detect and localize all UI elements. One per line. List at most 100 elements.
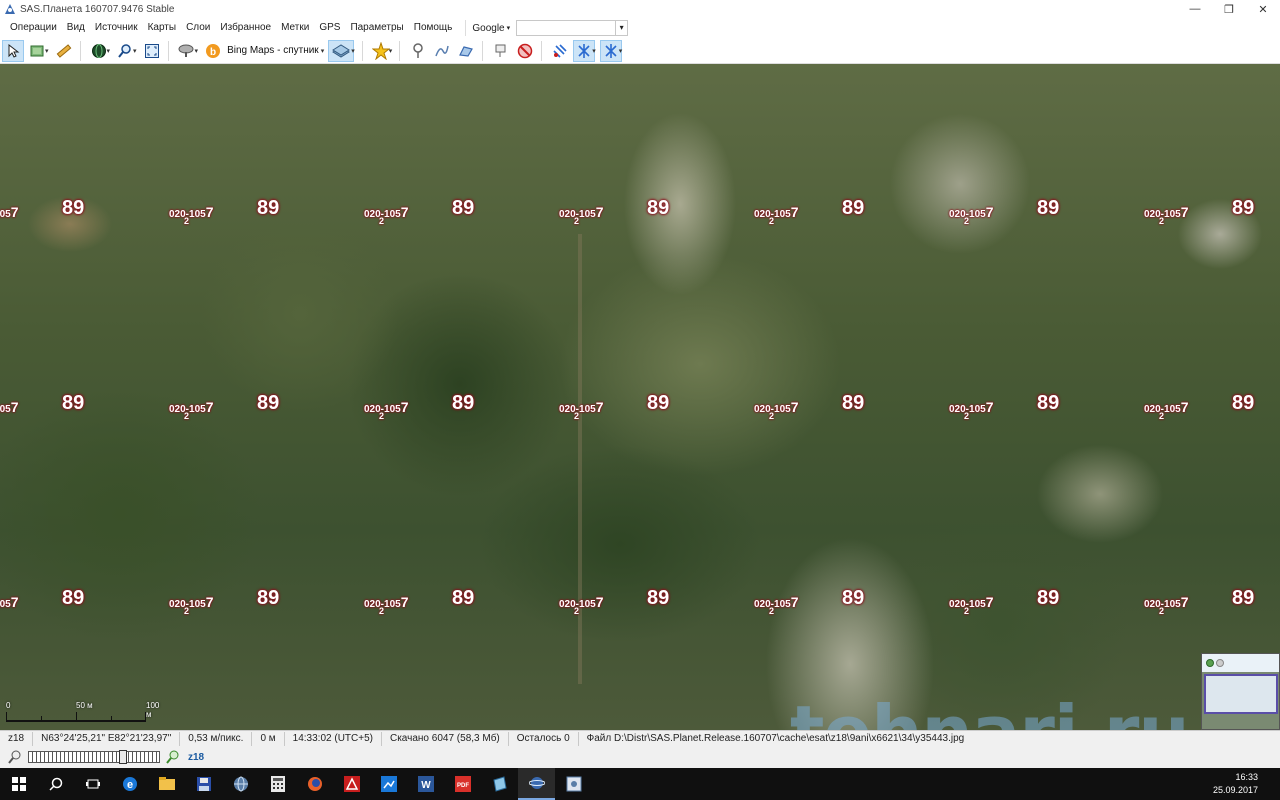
taskbar-clock[interactable]: 16:33 25.09.2017 [1213,771,1258,797]
main-toolbar: ▾ ▾ ▾ ▾ b Bing Maps - спутник ▾ ▾ ▾ ▾ ▾ [0,38,1280,64]
mini-map-viewport[interactable] [1204,674,1278,714]
taskbar-save-app[interactable] [185,768,222,800]
map-type-icon [332,43,351,58]
gps-track-icon [578,43,590,58]
map-source-label[interactable]: Bing Maps - спутник [227,45,319,56]
gps-center-dropdown-icon[interactable]: ▾ [619,47,623,55]
search-input[interactable]: ▾ [516,20,629,36]
tile-code-label: 020-1057 [949,594,994,610]
taskbar-app-last[interactable] [555,768,592,800]
taskbar-notes[interactable] [481,768,518,800]
map-view[interactable]: 020-1057289020-1057289020-1057289020-105… [0,64,1280,730]
pdf-icon: PDF [454,776,471,792]
zoom-in-icon[interactable] [166,750,180,764]
menu-maps[interactable]: Карты [143,18,182,38]
map-type-dropdown-icon[interactable]: ▾ [351,47,355,55]
menu-marks[interactable]: Метки [276,18,314,38]
menu-help[interactable]: Помощь [409,18,458,38]
tile-code-label: 020-1057 [754,204,799,220]
ruler-icon [56,43,71,58]
satellite-dish-icon [178,44,194,57]
mini-map-zoom-out-icon[interactable] [1216,659,1224,667]
sas-planet-icon [528,777,545,789]
taskbar-word[interactable]: W [407,768,444,800]
edge-icon: e [122,777,137,791]
taskbar-sas-planet[interactable] [518,768,555,800]
favorites-dropdown-icon[interactable]: ▾ [389,47,393,55]
status-downloaded: Скачано 6047 (58,3 Мб) [382,731,509,746]
maximize-button[interactable]: ❐ [1212,0,1246,18]
tile-sub-label: 2 [964,216,970,226]
close-button[interactable]: ✕ [1246,0,1280,18]
search-source-select[interactable]: Google ▾ [465,20,510,36]
menu-layers[interactable]: Слои [181,18,215,38]
taskbar-edge[interactable]: e [111,768,148,800]
zoom-slider[interactable] [28,750,160,764]
menu-gps[interactable]: GPS [314,18,345,38]
tile-code-big-text: 7 [985,399,994,415]
scale-zero-label: 0 [6,701,11,710]
tile-code-big-text: 7 [1180,594,1189,610]
zoom-out-icon[interactable] [8,750,22,764]
tile-sub-label: 2 [769,216,775,226]
mini-map[interactable] [1201,653,1280,730]
calculator-icon [270,776,285,792]
map-source-dropdown-icon[interactable]: ▾ [321,47,325,55]
tile-code-label: 020-1057 [169,594,214,610]
tile-code-big-text: 7 [205,399,214,415]
tile-sub-label: 2 [964,606,970,616]
hide-marks-button[interactable] [514,40,536,62]
add-path-button[interactable] [431,40,453,62]
notes-icon [492,776,507,792]
taskbar-autocad[interactable] [333,768,370,800]
ruler-button[interactable] [53,40,75,62]
layers-dropdown-icon[interactable]: ▾ [45,47,49,55]
toolbar-separator [361,40,363,61]
taskbar: e W PDF 16:33 25.09.2017 [0,768,1280,800]
menu-operations[interactable]: Операции [0,18,62,38]
zoom-slider-thumb[interactable] [119,750,127,764]
gps-connect-button[interactable] [549,40,571,62]
search-dropdown-icon[interactable]: ▾ [615,21,627,35]
fullscreen-button[interactable] [141,40,163,62]
task-view-button[interactable] [74,768,111,800]
start-button[interactable] [0,768,37,800]
gps-track-dropdown-icon[interactable]: ▾ [592,47,596,55]
taskbar-search-button[interactable] [37,768,74,800]
taskbar-network-app[interactable] [222,768,259,800]
menu-view[interactable]: Вид [62,18,90,38]
menu-favorites[interactable]: Избранное [215,18,276,38]
menu-settings[interactable]: Параметры [345,18,408,38]
select-arrow-icon [8,43,20,58]
taskbar-calculator[interactable] [259,768,296,800]
bing-icon: b [206,43,221,58]
taskbar-firefox[interactable] [296,768,333,800]
minimize-button[interactable]: — [1178,0,1212,18]
tile-code-label: 020-1057 [1144,594,1189,610]
marks-manager-button[interactable] [490,40,512,62]
taskbar-explorer[interactable] [148,768,185,800]
menu-source[interactable]: Источник [90,18,143,38]
taskbar-pdf[interactable]: PDF [444,768,481,800]
tile-number-label: 89 [62,197,85,219]
zoom-level-label: z18 [188,751,205,763]
tile-number-label: 89 [1037,587,1060,609]
select-tool-button[interactable] [2,39,24,62]
pin-icon [413,42,423,58]
tile-sub-label: 2 [379,606,385,616]
tile-number-label: 89 [452,392,475,414]
tile-number-label: 89 [647,392,670,414]
add-point-button[interactable] [407,40,429,62]
taskbar-app-photo[interactable] [370,768,407,800]
tile-code-big-text: 7 [1180,399,1189,415]
status-time: 14:33:02 (UTC+5) [285,731,382,746]
tile-number-label: 89 [1037,197,1060,219]
toolbar-separator [541,40,543,61]
globe-dropdown-icon[interactable]: ▾ [107,47,111,55]
satellite-dropdown-icon[interactable]: ▾ [195,47,199,55]
zoom-dropdown-icon[interactable]: ▾ [133,47,137,55]
add-polygon-button[interactable] [455,40,477,62]
clock-time: 16:33 [1235,772,1258,782]
bing-button[interactable]: b [202,40,224,62]
mini-map-zoom-in-icon[interactable] [1206,659,1214,667]
